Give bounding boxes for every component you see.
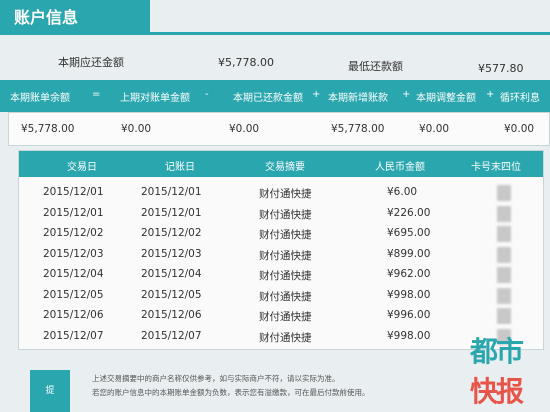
cell-amount: ¥998.00 [387,329,431,342]
cell-trade-date: 2015/12/01 [43,186,104,198]
formula-label-3: 本期已还款金额 [233,93,303,104]
col-amount: 人民币金额 [375,162,425,173]
col-trade-date: 交易日 [67,162,97,173]
cell-amount: ¥226.00 [387,206,431,219]
cell-amount: ¥998.00 [387,288,431,301]
cell-amount: ¥962.00 [387,268,431,280]
min-value: ¥577.80 [478,62,524,75]
due-value: ¥5,778.00 [218,56,274,69]
cell-trade-date: 2015/12/01 [43,206,104,219]
cell-post-date: 2015/12/05 [141,288,202,301]
cell-description: 财付通快捷 [259,229,312,241]
cell-post-date: 2015/12/01 [141,186,202,198]
cell-amount: ¥899.00 [387,247,431,260]
cell-description: 财付通快捷 [259,331,312,344]
footer-tab-button[interactable]: 提 [30,370,70,412]
formula-label-2: 上期对账单金额 [120,93,190,104]
transactions-header: 交易日 记账日 交易摘要 人民币金额 卡号末四位 [19,151,543,177]
footer-button-label: 提 [45,386,55,396]
cell-post-date: 2015/12/07 [141,329,202,342]
cell-card-last4-redacted [497,226,511,242]
transactions-table: 交易日 记账日 交易摘要 人民币金额 卡号末四位 2015/12/01 2015/… [18,150,544,350]
cell-card-last4-redacted [497,185,511,201]
cell-description: 财付通快捷 [259,290,312,303]
cell-card-last4-redacted [497,308,511,324]
cell-trade-date: 2015/12/04 [43,268,104,280]
formula-value-1: ¥5,778.00 [21,123,75,135]
table-row: 2015/12/01 2015/12/01 财付通快捷 ¥226.00 [19,204,543,224]
cell-description: 财付通快捷 [259,188,312,200]
cell-card-last4-redacted [497,267,511,283]
cell-card-last4-redacted [497,246,511,263]
watermark-line1: 都市 [470,335,524,368]
formula-op-5: + [486,89,495,100]
formula-label-1: 本期账单余额 [10,93,70,104]
table-row: 2015/12/06 2015/12/06 财付通快捷 ¥996.00 [19,306,543,326]
min-label: 最低还款额 [348,60,403,73]
cell-amount: ¥695.00 [387,227,431,239]
header-divider [0,32,550,35]
cell-post-date: 2015/12/02 [141,227,202,239]
table-row: 2015/12/07 2015/12/07 财付通快捷 ¥998.00 [19,327,543,347]
table-row: 2015/12/03 2015/12/03 财付通快捷 ¥899.00 [19,245,543,265]
table-row: 2015/12/01 2015/12/01 财付通快捷 ¥6.00 [19,183,543,203]
table-row: 2015/12/05 2015/12/05 财付通快捷 ¥998.00 [19,286,543,306]
table-row: 2015/12/02 2015/12/02 财付通快捷 ¥695.00 [19,224,543,244]
cell-trade-date: 2015/12/05 [43,288,104,301]
cell-description: 财付通快捷 [259,249,312,262]
formula-op-2: - [205,89,209,100]
formula-op-3: + [312,89,321,100]
due-label: 本期应还金额 [58,56,124,69]
col-description: 交易摘要 [265,162,305,173]
cell-card-last4-redacted [497,287,511,304]
cell-card-last4-redacted [497,205,511,222]
formula-value-5: ¥0.00 [419,123,450,135]
cell-amount: ¥6.00 [387,186,418,198]
watermark-logo: 都市 快报 [470,330,546,408]
balance-formula-values: ¥5,778.00 ¥0.00 ¥0.00 ¥5,778.00 ¥0.00 ¥0… [8,112,550,146]
formula-value-2: ¥0.00 [121,123,152,135]
account-info-tab[interactable]: 账户信息 [0,0,150,34]
formula-op-4: + [402,89,411,100]
cell-description: 财付通快捷 [259,270,312,282]
cell-description: 财付通快捷 [259,311,312,323]
formula-op-1: = [92,89,101,100]
cell-post-date: 2015/12/03 [141,247,202,260]
cell-trade-date: 2015/12/02 [43,227,104,239]
cell-amount: ¥996.00 [387,309,431,321]
cell-description: 财付通快捷 [259,208,312,221]
footer-note-1: 上述交易摘要中的商户名称仅供参考，如与实际商户不符，请以实际为准。 [92,374,340,383]
cell-trade-date: 2015/12/06 [43,309,104,321]
watermark-line2: 快报 [470,375,524,408]
formula-value-6: ¥0.00 [504,123,535,135]
summary-row: 本期应还金额 ¥5,778.00 最低还款额 ¥577.80 [8,44,550,78]
table-row: 2015/12/04 2015/12/04 财付通快捷 ¥962.00 [19,265,543,285]
cell-trade-date: 2015/12/03 [43,247,104,260]
formula-label-5: 本期调整金额 [416,93,476,104]
formula-label-6: 循环利息 [500,93,540,104]
account-info-title: 账户信息 [14,8,79,27]
footer-notes: 上述交易摘要中的商户名称仅供参考，如与实际商户不符，请以实际为准。 若您的账户信… [92,372,370,400]
balance-formula-header: 本期账单余额 = 上期对账单金额 - 本期已还款金额 + 本期新增账款 + 本期… [0,80,550,112]
cell-post-date: 2015/12/01 [141,206,202,219]
formula-value-3: ¥0.00 [229,123,260,135]
col-card-last4: 卡号末四位 [471,162,521,173]
col-post-date: 记账日 [165,162,195,173]
formula-label-4: 本期新增账款 [328,93,388,104]
footer-note-2: 若您的账户信息中的本期账单金额为负数，表示您有溢缴款，可在最后付款前使用。 [92,388,370,397]
cell-post-date: 2015/12/06 [141,309,202,321]
cell-trade-date: 2015/12/07 [43,329,104,342]
cell-post-date: 2015/12/04 [141,268,202,280]
formula-value-4: ¥5,778.00 [331,123,385,135]
